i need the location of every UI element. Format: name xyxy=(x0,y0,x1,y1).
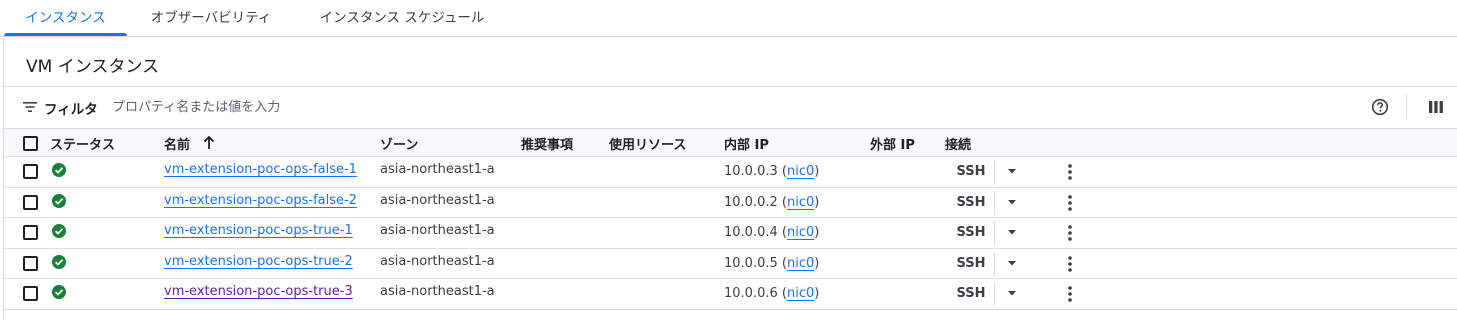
table-header: ステータス 名前 ゾーン 推奨事項 使用リソース 内部 IP 外部 IP 接続 xyxy=(4,128,1457,157)
ssh-button[interactable]: SSH xyxy=(948,251,995,276)
vm-name-link[interactable]: vm-extension-poc-ops-true-3 xyxy=(164,284,353,299)
filter-icon[interactable] xyxy=(23,101,37,113)
table-row: vm-extension-poc-ops-true-3 asia-northea… xyxy=(4,279,1457,310)
caret-down-icon[interactable] xyxy=(1004,165,1020,177)
more-vertical-icon[interactable] xyxy=(1065,194,1075,212)
check-circle-icon xyxy=(52,254,66,269)
more-vertical-icon[interactable] xyxy=(1065,224,1075,242)
check-circle-icon xyxy=(52,224,66,238)
ssh-button[interactable]: SSH xyxy=(948,282,995,306)
active-tab-indicator xyxy=(4,33,127,36)
vm-name-link[interactable]: vm-extension-poc-ops-true-2 xyxy=(164,254,353,269)
table-row: vm-extension-poc-ops-false-1 asia-northe… xyxy=(4,157,1457,188)
tab-instances[interactable]: インスタンス xyxy=(4,0,127,36)
column-header-connect[interactable]: 接続 xyxy=(945,134,971,153)
column-display-icon[interactable] xyxy=(1429,100,1443,114)
internal-ip-value: 10.0.0.2 xyxy=(724,194,778,210)
internal-ip-value: 10.0.0.4 xyxy=(724,225,778,240)
nic-link[interactable]: nic0 xyxy=(787,286,814,301)
table-row: vm-extension-poc-ops-true-2 asia-northea… xyxy=(4,249,1457,279)
check-circle-icon xyxy=(52,193,66,208)
zone-cell: asia-northeast1-a xyxy=(380,253,495,269)
row-checkbox[interactable] xyxy=(23,164,38,179)
vm-name-link[interactable]: vm-extension-poc-ops-true-1 xyxy=(164,223,353,238)
ssh-button[interactable]: SSH xyxy=(948,160,995,184)
page-title: VM インスタンス xyxy=(26,57,160,77)
tab-instance-schedules[interactable]: インスタンス スケジュール xyxy=(302,0,502,36)
toolbar-divider xyxy=(1406,95,1407,119)
column-header-internal-ip[interactable]: 内部 IP xyxy=(724,134,769,153)
internal-ip-cell: 10.0.0.4 (nic0) xyxy=(724,225,820,240)
table-row: vm-extension-poc-ops-false-2 asia-northe… xyxy=(4,188,1457,218)
zone-cell: asia-northeast1-a xyxy=(380,192,495,208)
arrow-up-icon[interactable] xyxy=(203,136,215,150)
ssh-button[interactable]: SSH xyxy=(948,190,995,215)
nic-link[interactable]: nic0 xyxy=(787,256,814,271)
column-header-recommendations[interactable]: 推奨事項 xyxy=(521,134,573,153)
more-vertical-icon[interactable] xyxy=(1065,163,1075,181)
row-checkbox[interactable] xyxy=(23,194,38,210)
vm-name-link[interactable]: vm-extension-poc-ops-false-1 xyxy=(164,162,357,177)
internal-ip-cell: 10.0.0.2 (nic0) xyxy=(724,194,820,210)
caret-down-icon[interactable] xyxy=(1004,196,1020,208)
zone-cell: asia-northeast1-a xyxy=(380,162,495,177)
row-checkbox[interactable] xyxy=(23,255,38,271)
internal-ip-cell: 10.0.0.5 (nic0) xyxy=(724,255,820,271)
table-row: vm-extension-poc-ops-true-1 asia-northea… xyxy=(4,218,1457,249)
internal-ip-value: 10.0.0.6 xyxy=(724,286,778,301)
column-header-external-ip[interactable]: 外部 IP xyxy=(870,134,915,153)
nic-link[interactable]: nic0 xyxy=(787,164,814,179)
check-circle-icon xyxy=(52,285,66,299)
filter-bar: フィルタ xyxy=(4,86,1457,128)
nic-link[interactable]: nic0 xyxy=(787,195,814,210)
caret-down-icon[interactable] xyxy=(1004,257,1020,269)
more-vertical-icon[interactable] xyxy=(1065,255,1075,273)
check-circle-icon xyxy=(52,163,66,177)
ssh-button[interactable]: SSH xyxy=(948,221,995,245)
zone-cell: asia-northeast1-a xyxy=(380,284,495,299)
more-vertical-icon[interactable] xyxy=(1065,285,1075,303)
help-circle-icon[interactable] xyxy=(1371,98,1389,116)
internal-ip-value: 10.0.0.3 xyxy=(724,164,778,179)
nic-link[interactable]: nic0 xyxy=(787,225,814,240)
row-checkbox[interactable] xyxy=(23,225,38,240)
tab-bar: インスタンス オブザーバビリティ インスタンス スケジュール xyxy=(0,0,1457,37)
vm-instances-table: ステータス 名前 ゾーン 推奨事項 使用リソース 内部 IP 外部 IP 接続 … xyxy=(4,128,1457,310)
internal-ip-cell: 10.0.0.6 (nic0) xyxy=(724,286,820,301)
column-header-name[interactable]: 名前 xyxy=(164,134,190,153)
filter-label[interactable]: フィルタ xyxy=(44,98,98,118)
column-header-status[interactable]: ステータス xyxy=(50,134,115,153)
zone-cell: asia-northeast1-a xyxy=(380,223,495,238)
caret-down-icon[interactable] xyxy=(1004,226,1020,238)
filter-input[interactable] xyxy=(112,93,812,121)
internal-ip-value: 10.0.0.5 xyxy=(724,255,778,271)
tab-observability[interactable]: オブザーバビリティ xyxy=(136,0,286,36)
column-header-in-use-by[interactable]: 使用リソース xyxy=(609,134,686,153)
vm-name-link[interactable]: vm-extension-poc-ops-false-2 xyxy=(164,193,357,208)
column-header-zone[interactable]: ゾーン xyxy=(380,134,418,153)
row-checkbox[interactable] xyxy=(23,286,38,301)
select-all-checkbox[interactable] xyxy=(23,136,38,151)
internal-ip-cell: 10.0.0.3 (nic0) xyxy=(724,164,820,179)
caret-down-icon[interactable] xyxy=(1004,287,1020,299)
